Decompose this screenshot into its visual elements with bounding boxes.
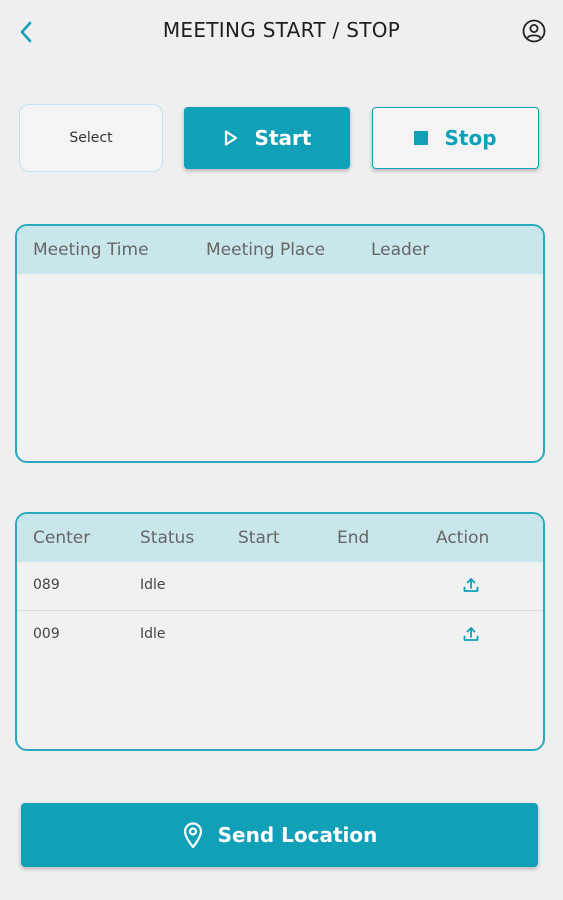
column-status: Status [140,528,195,548]
upload-button[interactable] [461,574,481,596]
start-label: Start [254,126,312,150]
start-button[interactable]: Start [184,107,350,169]
app-header: MEETING START / STOP [0,0,563,64]
center-cell: 009 [33,626,60,642]
select-dropdown[interactable]: Select [19,104,163,172]
column-meeting-time: Meeting Time [33,240,149,260]
center-table-header: Center Status Start End Action [17,514,543,562]
play-icon [224,130,237,146]
center-cell: 089 [33,577,60,593]
column-leader: Leader [371,240,430,260]
column-action: Action [436,528,490,548]
column-meeting-place: Meeting Place [206,240,326,260]
stop-label: Stop [444,126,497,150]
meeting-table-header: Meeting Time Meeting Place Leader [17,226,543,274]
column-end: End [337,528,370,548]
profile-button[interactable] [521,18,547,44]
stop-icon [414,131,429,145]
center-table: Center Status Start End Action 089 Idle … [15,512,545,751]
user-circle-icon [522,19,546,43]
status-cell: Idle [140,577,166,593]
upload-icon [463,627,479,641]
column-center: Center [33,528,91,548]
send-location-label: Send Location [217,823,378,847]
page-title: MEETING START / STOP [162,18,401,42]
select-label: Select [69,130,113,146]
upload-icon [463,578,479,592]
send-location-button[interactable]: Send Location [21,803,538,867]
stop-button[interactable]: Stop [372,107,539,169]
status-cell: Idle [140,626,166,642]
column-start: Start [238,528,280,548]
table-row: 009 Idle [17,611,543,659]
upload-button[interactable] [461,623,481,645]
map-pin-icon [183,822,202,849]
meeting-table: Meeting Time Meeting Place Leader [15,224,545,463]
table-row: 089 Idle [17,562,543,611]
